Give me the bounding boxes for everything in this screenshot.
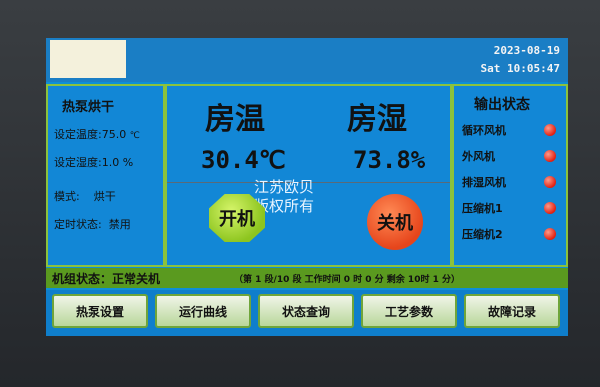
watermark-line-1: 江苏欧贝 (254, 178, 315, 196)
room-temp-label: 房温 (205, 102, 265, 137)
status-query-button[interactable]: 状态查询 (258, 294, 354, 328)
logo-area (50, 40, 126, 78)
top-bar: 2023-08-19 Sat 10:05:47 (46, 38, 568, 82)
status-led-icon (544, 176, 556, 188)
time-display: Sat 10:05:47 (480, 62, 560, 75)
output-status-title: 输出状态 (474, 97, 530, 113)
nav-bar: 热泵设置 运行曲线 状态查询 工艺参数 故障记录 (46, 290, 568, 336)
output-label-circulation-fan: 循环风机 (462, 124, 506, 137)
status-led-icon (544, 228, 556, 240)
power-on-button[interactable]: 开机 (209, 194, 265, 242)
unit-status: 机组状态：正常关机 (52, 272, 161, 286)
output-status-panel: 输出状态 循环风机 外风机 排湿风机 压缩机1 压缩机2 (452, 84, 568, 267)
set-temp-unit: ℃ (129, 131, 140, 141)
mode-value[interactable]: 烘干 (94, 190, 116, 203)
mode-row: 模式: 烘干 (54, 188, 116, 204)
date-display: 2023-08-19 (493, 44, 560, 57)
stage-time-detail: （第 1 段/10 段 工作时间 0 时 0 分 剩余 10时 1 分） (234, 275, 460, 285)
run-curve-button[interactable]: 运行曲线 (155, 294, 251, 328)
set-humidity-value[interactable]: 1.0 (102, 156, 120, 169)
status-led-icon (544, 124, 556, 136)
timer-value[interactable]: 禁用 (109, 218, 131, 231)
heat-pump-settings-button[interactable]: 热泵设置 (52, 294, 148, 328)
set-humidity-row: 设定湿度:1.0 % (54, 154, 133, 170)
mode-label: 模式: (54, 190, 80, 203)
room-humidity-label: 房湿 (347, 102, 407, 137)
fault-log-button[interactable]: 故障记录 (464, 294, 560, 328)
timer-label: 定时状态: (54, 218, 102, 231)
process-params-button[interactable]: 工艺参数 (361, 294, 457, 328)
status-led-icon (544, 202, 556, 214)
output-label-compressor-1: 压缩机1 (462, 202, 503, 215)
panel-title: 热泵烘干 (62, 100, 115, 115)
output-label-compressor-2: 压缩机2 (462, 228, 503, 241)
set-temp-label: 设定温度: (54, 128, 102, 141)
set-temp-row: 设定温度:75.0 ℃ (54, 126, 140, 142)
timer-row: 定时状态: 禁用 (54, 216, 131, 232)
room-temp-value: 30.4℃ (201, 146, 286, 174)
settings-panel: 热泵烘干 设定温度:75.0 ℃ 设定湿度:1.0 % 模式: 烘干 定时状态:… (46, 84, 165, 267)
set-temp-value[interactable]: 75.0 (102, 128, 127, 141)
set-humidity-label: 设定湿度: (54, 156, 102, 169)
status-led-icon (544, 150, 556, 162)
unit-status-bar: 机组状态：正常关机 （第 1 段/10 段 工作时间 0 时 0 分 剩余 10… (46, 268, 568, 288)
output-label-exhaust-fan: 排湿风机 (462, 176, 506, 189)
hmi-screen: 2023-08-19 Sat 10:05:47 热泵烘干 设定温度:75.0 ℃… (46, 38, 568, 336)
power-off-button[interactable]: 关机 (367, 194, 423, 250)
output-label-outdoor-fan: 外风机 (462, 150, 495, 163)
room-readout-panel: 房温 房湿 30.4℃ 73.8% 江苏欧贝 版权所有 开机 关机 (165, 84, 452, 267)
room-humidity-value: 73.8% (353, 146, 426, 174)
set-humidity-unit: % (122, 156, 134, 169)
